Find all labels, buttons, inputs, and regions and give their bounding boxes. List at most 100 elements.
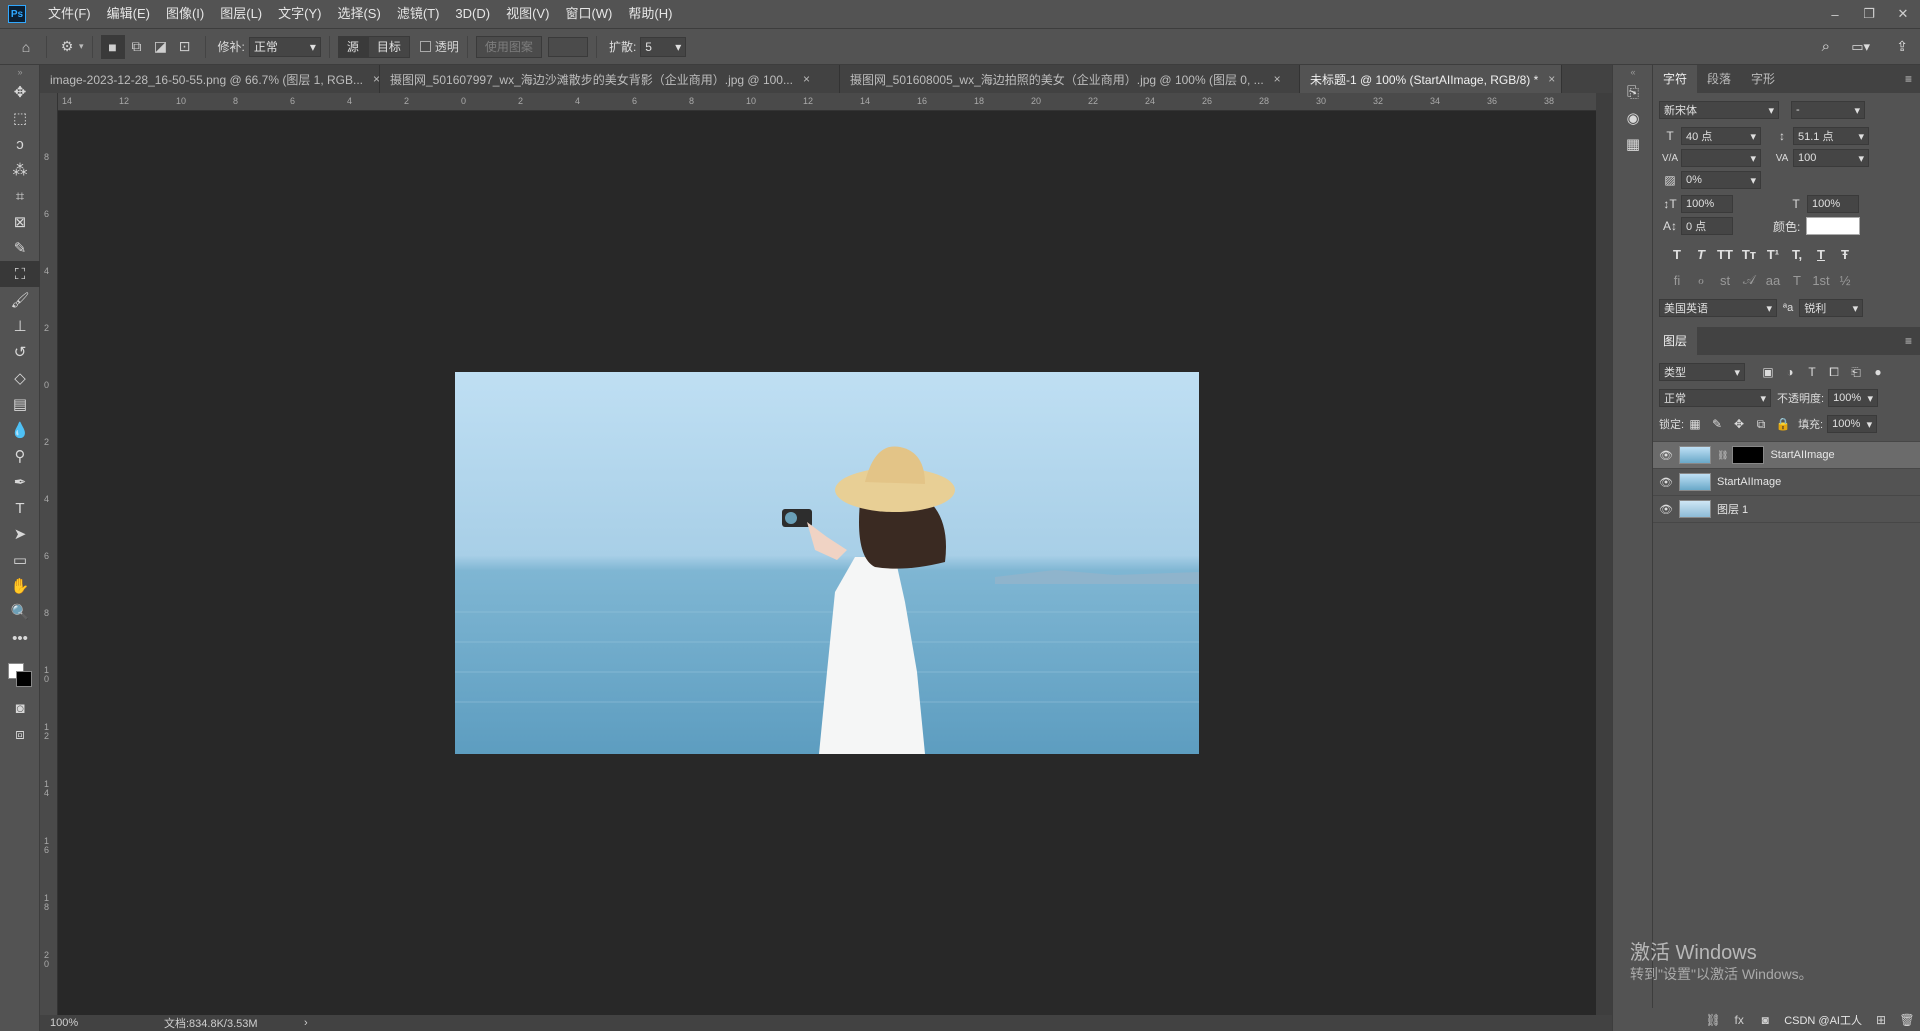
gradient-tool-icon[interactable]: ▤ — [0, 391, 40, 417]
transparent-checkbox[interactable] — [419, 41, 431, 52]
marquee-tool-icon[interactable]: ⬚ — [0, 105, 40, 131]
lock-position-icon[interactable]: ✥ — [1728, 417, 1750, 431]
eyedropper-tool-icon[interactable]: ✎ — [0, 235, 40, 261]
brush-tool-icon[interactable]: 🖌 — [0, 287, 40, 313]
eraser-tool-icon[interactable]: ◇ — [0, 365, 40, 391]
type-filter-icon[interactable]: T — [1801, 365, 1823, 379]
smart-object-filter-icon[interactable]: ⎗ — [1845, 365, 1867, 380]
target-button[interactable]: 目标 — [367, 35, 410, 58]
menu-help[interactable]: 帮助(H) — [620, 0, 680, 28]
subscript-button[interactable]: T, — [1785, 247, 1809, 262]
layer-filter-select[interactable]: 类型 ▾ — [1659, 363, 1745, 381]
antialias-select[interactable]: 锐利 ▾ — [1799, 299, 1864, 317]
table-panel-icon[interactable]: ▦ — [1613, 131, 1653, 157]
ordinals-button[interactable]: T — [1785, 273, 1809, 288]
blend-mode-select[interactable]: 正常 ▾ — [1659, 389, 1771, 407]
superscript-button[interactable]: T¹ — [1761, 247, 1785, 262]
layer-name[interactable]: StartAIImage — [1717, 476, 1781, 488]
titling-alternates-button[interactable]: aa — [1761, 273, 1785, 288]
intersect-selection-icon[interactable]: ⊡ — [173, 35, 197, 59]
new-layer-icon[interactable]: ⊞ — [1868, 1013, 1894, 1027]
underline-button[interactable]: T — [1809, 247, 1833, 262]
panel-menu-icon[interactable]: ≡ — [1905, 72, 1912, 86]
eye-icon[interactable]: 👁 — [1653, 449, 1679, 462]
menu-edit[interactable]: 编辑(E) — [99, 0, 158, 28]
discretionary-ligature-button[interactable]: ℴ — [1689, 272, 1713, 288]
small-caps-button[interactable]: Tт — [1737, 247, 1761, 262]
pen-tool-icon[interactable]: ✒ — [0, 469, 40, 495]
link-icon[interactable]: ⛓ — [1717, 450, 1728, 461]
layer-row[interactable]: 👁 图层 1 — [1653, 496, 1920, 523]
close-icon[interactable]: × — [373, 72, 379, 86]
menu-select[interactable]: 选择(S) — [329, 0, 388, 28]
document-photo[interactable] — [455, 372, 1199, 754]
menu-image[interactable]: 图像(I) — [158, 0, 212, 28]
workspace-icon[interactable]: ▭▾ — [1851, 39, 1870, 55]
tracking-field[interactable]: 100 ▾ — [1793, 149, 1869, 167]
move-tool-icon[interactable]: ✥ — [0, 79, 40, 105]
menu-filter[interactable]: 滤镜(T) — [389, 0, 448, 28]
path-select-tool-icon[interactable]: ➤ — [0, 521, 40, 547]
menu-window[interactable]: 窗口(W) — [557, 0, 620, 28]
close-icon[interactable]: × — [1548, 72, 1555, 86]
restore-button[interactable]: ❐ — [1852, 0, 1886, 28]
vertical-scrollbar[interactable] — [1596, 93, 1612, 1015]
opacity-field[interactable]: 100% ▾ — [1828, 389, 1879, 407]
tab-character[interactable]: 字符 — [1653, 65, 1698, 93]
faux-bold-button[interactable]: T — [1665, 247, 1689, 262]
tab-glyphs[interactable]: 字形 — [1741, 65, 1785, 93]
menu-file[interactable]: 文件(F) — [40, 0, 99, 28]
tab-document-1[interactable]: image-2023-12-28_16-50-55.png @ 66.7% (图… — [40, 65, 380, 93]
status-menu-icon[interactable]: › — [304, 1017, 308, 1029]
menu-type[interactable]: 文字(Y) — [270, 0, 329, 28]
diffusion-select[interactable]: 5 ▾ — [640, 36, 687, 57]
new-selection-icon[interactable]: ■ — [100, 34, 125, 59]
history-panel-icon[interactable]: ⎘ — [1613, 79, 1653, 105]
tab-document-active[interactable]: 未标题-1 @ 100% (StartAIImage, RGB/8) * × — [1300, 65, 1562, 93]
tab-layers[interactable]: 图层 — [1653, 327, 1698, 355]
adjustment-filter-icon[interactable]: ◑ — [1779, 365, 1801, 379]
text-color-swatch[interactable] — [1806, 217, 1861, 235]
filter-toggle-icon[interactable]: ● — [1867, 365, 1889, 379]
lock-transparency-icon[interactable]: ▦ — [1684, 417, 1706, 431]
transparent-option[interactable]: 透明 — [419, 38, 459, 55]
menu-layer[interactable]: 图层(L) — [212, 0, 270, 28]
dodge-tool-icon[interactable]: ⚲ — [0, 443, 40, 469]
leading-field[interactable]: 51.1 点 ▾ — [1793, 127, 1869, 145]
magic-wand-tool-icon[interactable]: ⁂ — [0, 157, 40, 183]
stamp-tool-icon[interactable]: ⊥ — [0, 313, 40, 339]
kerning-field[interactable]: ▾ — [1681, 149, 1761, 167]
close-icon[interactable]: × — [803, 72, 810, 86]
tsume-field[interactable]: 0% ▾ — [1681, 171, 1761, 189]
close-icon[interactable]: × — [1274, 72, 1281, 86]
layer-name[interactable]: 图层 1 — [1717, 501, 1748, 517]
eye-icon[interactable]: 👁 — [1653, 503, 1679, 516]
chevron-down-icon[interactable]: ▾ — [79, 41, 84, 52]
home-icon[interactable]: ⌂ — [14, 35, 38, 59]
horizontal-scale-field[interactable]: 100% — [1807, 195, 1859, 213]
lasso-tool-icon[interactable]: ↄ — [0, 131, 40, 157]
baseline-shift-field[interactable]: 0 点 — [1681, 217, 1733, 235]
tab-document-3[interactable]: 摄图网_501608005_wx_海边拍照的美女（企业商用）.jpg @ 100… — [840, 65, 1300, 93]
lock-pixels-icon[interactable]: ✎ — [1706, 417, 1728, 431]
layer-row[interactable]: 👁 StartAIImage — [1653, 469, 1920, 496]
collapse-icon[interactable]: » — [0, 65, 40, 79]
hand-tool-icon[interactable]: ✋ — [0, 573, 40, 599]
patch-tool-preset-icon[interactable]: ⚙ — [55, 35, 79, 59]
zoom-level[interactable]: 100% — [50, 1017, 130, 1029]
eye-icon[interactable]: 👁 — [1653, 476, 1679, 489]
lock-artboard-icon[interactable]: ⧉ — [1750, 417, 1772, 432]
quick-mask-icon[interactable]: ◙ — [0, 695, 40, 721]
history-brush-tool-icon[interactable]: ↺ — [0, 339, 40, 365]
layer-row[interactable]: 👁 ⛓ StartAIImage — [1653, 442, 1920, 469]
minimize-button[interactable]: – — [1818, 0, 1852, 28]
crop-tool-icon[interactable]: ⌗ — [0, 183, 40, 209]
type-tool-icon[interactable]: T — [0, 495, 40, 521]
fx-icon[interactable]: fx — [1726, 1013, 1752, 1027]
collapse-icon[interactable]: « — [1613, 65, 1653, 79]
all-caps-button[interactable]: TT — [1713, 247, 1737, 262]
faux-italic-button[interactable]: T — [1689, 247, 1713, 262]
color-swatches[interactable] — [0, 651, 39, 695]
font-family-select[interactable]: 新宋体 ▾ — [1659, 101, 1779, 119]
menu-3d[interactable]: 3D(D) — [447, 0, 498, 28]
